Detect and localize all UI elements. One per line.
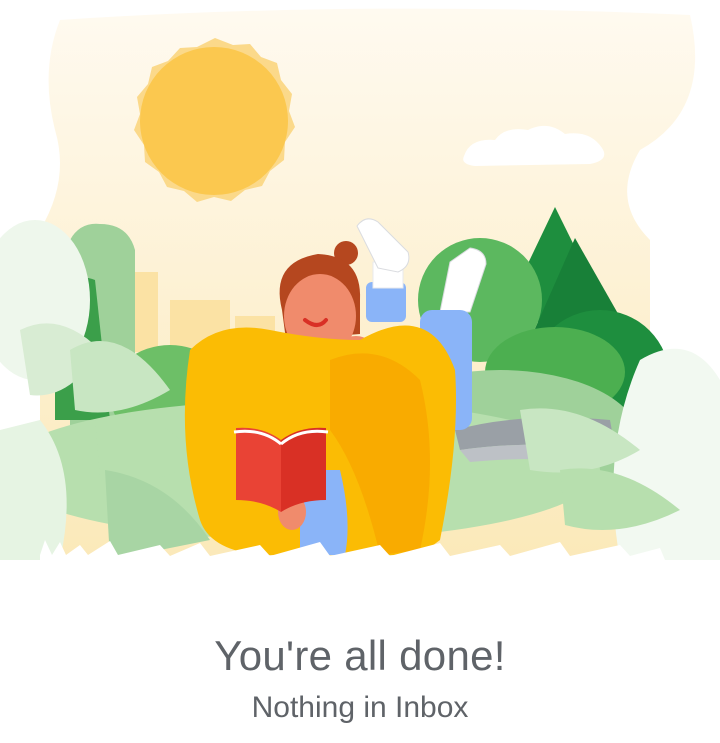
empty-state-title: You're all done!: [214, 632, 506, 679]
book-icon: [233, 427, 329, 512]
empty-state-subtitle: Nothing in Inbox: [251, 691, 469, 724]
person-reading-book-in-park-illustration: [0, 8, 720, 561]
empty-inbox-screen: You're all done! Nothing in Inbox: [0, 0, 720, 743]
